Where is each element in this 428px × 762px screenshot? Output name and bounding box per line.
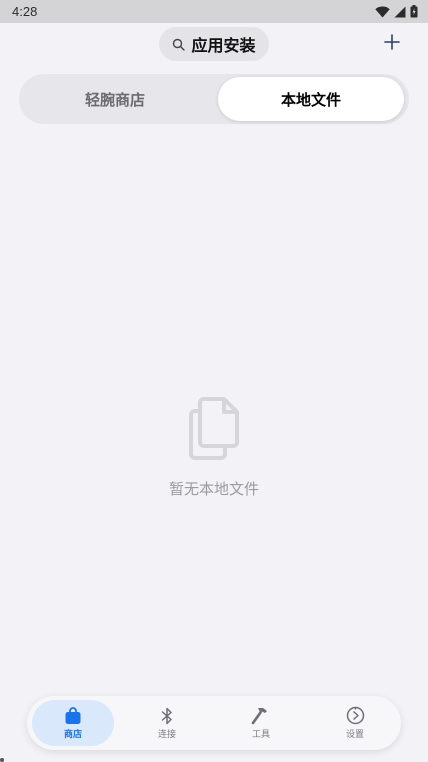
add-button[interactable] xyxy=(378,30,406,58)
settings-icon xyxy=(346,706,365,725)
status-bar: 4:28 xyxy=(0,0,428,23)
empty-state: 暂无本地文件 xyxy=(0,396,428,499)
bluetooth-icon xyxy=(160,707,174,725)
search-button[interactable]: 应用安装 xyxy=(159,27,269,61)
empty-message: 暂无本地文件 xyxy=(168,480,259,498)
wifi-icon xyxy=(375,6,390,18)
nav-item-tools[interactable]: 工具 xyxy=(220,700,302,746)
bottom-nav: 商店 连接 工具 设置 xyxy=(27,696,401,750)
source-tabs: 轻腕商店 本地文件 xyxy=(19,74,409,124)
app-screen: 4:28 应用安装 轻腕商店 本地文件 暂无本地文件 商店 连接 工具 设置 xyxy=(0,0,428,762)
nav-item-settings[interactable]: 设置 xyxy=(314,700,396,746)
status-icons xyxy=(375,5,418,18)
nav-item-store[interactable]: 商店 xyxy=(32,700,114,746)
nav-label-connect: 连接 xyxy=(157,729,176,740)
cellular-signal-icon xyxy=(394,6,406,18)
search-icon xyxy=(172,38,186,51)
shopping-bag-icon xyxy=(64,706,82,725)
nav-item-connect[interactable]: 连接 xyxy=(126,700,208,746)
files-icon xyxy=(188,396,240,464)
nav-label-store: 商店 xyxy=(63,729,82,740)
home-indicator xyxy=(0,758,4,762)
tab-store[interactable]: 轻腕商店 xyxy=(22,77,208,121)
search-label: 应用安装 xyxy=(191,36,256,55)
battery-icon xyxy=(410,5,418,18)
tab-local-files[interactable]: 本地文件 xyxy=(218,77,404,121)
hammer-icon xyxy=(251,707,271,725)
status-time: 4:28 xyxy=(12,4,38,19)
plus-icon xyxy=(384,34,400,54)
nav-label-settings: 设置 xyxy=(345,730,364,740)
nav-label-tools: 工具 xyxy=(251,729,270,740)
